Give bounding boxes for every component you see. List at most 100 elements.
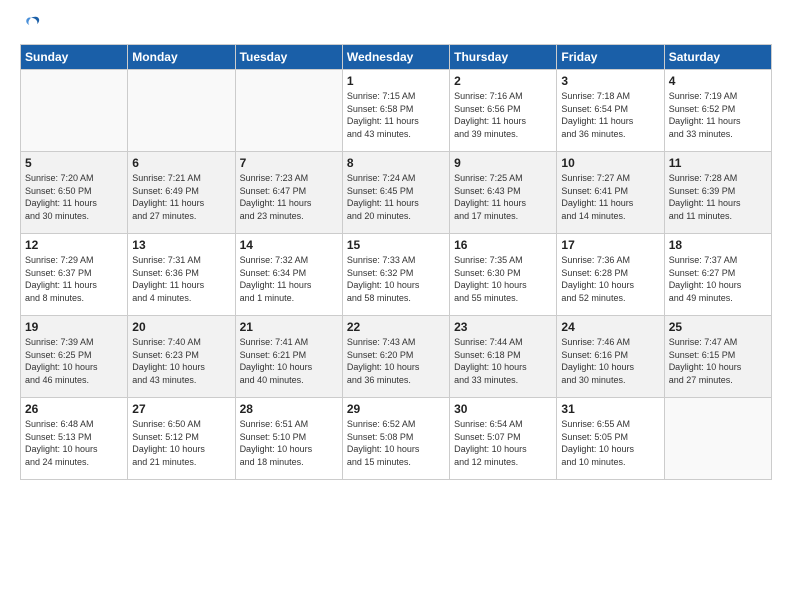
calendar-day-13: 13 Sunrise: 7:31 AM Sunset: 6:36 PM Dayli… [128, 234, 235, 316]
calendar-day-21: 21 Sunrise: 7:41 AM Sunset: 6:21 PM Dayli… [235, 316, 342, 398]
calendar-day-4: 4 Sunrise: 7:19 AM Sunset: 6:52 PM Daylig… [664, 70, 771, 152]
day-info: Sunrise: 7:44 AM Sunset: 6:18 PM Dayligh… [454, 336, 552, 386]
day-number: 13 [132, 238, 230, 252]
day-number: 9 [454, 156, 552, 170]
day-info: Sunrise: 7:27 AM Sunset: 6:41 PM Dayligh… [561, 172, 659, 222]
day-header-tuesday: Tuesday [235, 45, 342, 70]
day-number: 23 [454, 320, 552, 334]
day-number: 6 [132, 156, 230, 170]
day-number: 2 [454, 74, 552, 88]
day-number: 27 [132, 402, 230, 416]
day-number: 12 [25, 238, 123, 252]
day-number: 4 [669, 74, 767, 88]
day-info: Sunrise: 7:47 AM Sunset: 6:15 PM Dayligh… [669, 336, 767, 386]
calendar-empty-cell [21, 70, 128, 152]
day-number: 5 [25, 156, 123, 170]
day-number: 17 [561, 238, 659, 252]
day-number: 1 [347, 74, 445, 88]
day-info: Sunrise: 7:23 AM Sunset: 6:47 PM Dayligh… [240, 172, 338, 222]
day-info: Sunrise: 7:41 AM Sunset: 6:21 PM Dayligh… [240, 336, 338, 386]
day-header-saturday: Saturday [664, 45, 771, 70]
day-info: Sunrise: 7:32 AM Sunset: 6:34 PM Dayligh… [240, 254, 338, 304]
day-number: 29 [347, 402, 445, 416]
day-info: Sunrise: 7:40 AM Sunset: 6:23 PM Dayligh… [132, 336, 230, 386]
calendar-day-6: 6 Sunrise: 7:21 AM Sunset: 6:49 PM Daylig… [128, 152, 235, 234]
calendar-day-2: 2 Sunrise: 7:16 AM Sunset: 6:56 PM Daylig… [450, 70, 557, 152]
calendar-day-23: 23 Sunrise: 7:44 AM Sunset: 6:18 PM Dayli… [450, 316, 557, 398]
calendar-header-row: SundayMondayTuesdayWednesdayThursdayFrid… [21, 45, 772, 70]
calendar-table: SundayMondayTuesdayWednesdayThursdayFrid… [20, 44, 772, 480]
calendar-day-3: 3 Sunrise: 7:18 AM Sunset: 6:54 PM Daylig… [557, 70, 664, 152]
calendar-day-31: 31 Sunrise: 6:55 AM Sunset: 5:05 PM Dayli… [557, 398, 664, 480]
day-number: 8 [347, 156, 445, 170]
calendar-day-18: 18Sunrise: 7:37 AM Sunset: 6:27 PM Dayli… [664, 234, 771, 316]
day-info: Sunrise: 7:28 AM Sunset: 6:39 PM Dayligh… [669, 172, 767, 222]
calendar-day-9: 9Sunrise: 7:25 AM Sunset: 6:43 PM Daylig… [450, 152, 557, 234]
day-number: 14 [240, 238, 338, 252]
calendar-day-8: 8Sunrise: 7:24 AM Sunset: 6:45 PM Daylig… [342, 152, 449, 234]
calendar-day-26: 26 Sunrise: 6:48 AM Sunset: 5:13 PM Dayli… [21, 398, 128, 480]
day-info: Sunrise: 7:46 AM Sunset: 6:16 PM Dayligh… [561, 336, 659, 386]
day-number: 11 [669, 156, 767, 170]
logo [20, 16, 40, 34]
day-number: 16 [454, 238, 552, 252]
day-info: Sunrise: 6:54 AM Sunset: 5:07 PM Dayligh… [454, 418, 552, 468]
calendar-week-row: 1 Sunrise: 7:15 AM Sunset: 6:58 PM Daylig… [21, 70, 772, 152]
day-number: 24 [561, 320, 659, 334]
day-number: 31 [561, 402, 659, 416]
day-info: Sunrise: 7:36 AM Sunset: 6:28 PM Dayligh… [561, 254, 659, 304]
day-number: 7 [240, 156, 338, 170]
calendar-day-25: 25 Sunrise: 7:47 AM Sunset: 6:15 PM Dayli… [664, 316, 771, 398]
day-number: 21 [240, 320, 338, 334]
day-info: Sunrise: 7:31 AM Sunset: 6:36 PM Dayligh… [132, 254, 230, 304]
day-info: Sunrise: 6:51 AM Sunset: 5:10 PM Dayligh… [240, 418, 338, 468]
day-header-wednesday: Wednesday [342, 45, 449, 70]
calendar-week-row: 26 Sunrise: 6:48 AM Sunset: 5:13 PM Dayli… [21, 398, 772, 480]
day-number: 30 [454, 402, 552, 416]
day-number: 15 [347, 238, 445, 252]
day-number: 3 [561, 74, 659, 88]
calendar-day-1: 1 Sunrise: 7:15 AM Sunset: 6:58 PM Daylig… [342, 70, 449, 152]
day-info: Sunrise: 7:37 AM Sunset: 6:27 PM Dayligh… [669, 254, 767, 304]
day-info: Sunrise: 7:39 AM Sunset: 6:25 PM Dayligh… [25, 336, 123, 386]
calendar-day-17: 17 Sunrise: 7:36 AM Sunset: 6:28 PM Dayli… [557, 234, 664, 316]
calendar-day-20: 20 Sunrise: 7:40 AM Sunset: 6:23 PM Dayli… [128, 316, 235, 398]
day-number: 26 [25, 402, 123, 416]
day-header-monday: Monday [128, 45, 235, 70]
day-info: Sunrise: 7:15 AM Sunset: 6:58 PM Dayligh… [347, 90, 445, 140]
day-header-sunday: Sunday [21, 45, 128, 70]
day-info: Sunrise: 7:19 AM Sunset: 6:52 PM Dayligh… [669, 90, 767, 140]
calendar-day-5: 5Sunrise: 7:20 AM Sunset: 6:50 PM Daylig… [21, 152, 128, 234]
calendar-day-19: 19Sunrise: 7:39 AM Sunset: 6:25 PM Dayli… [21, 316, 128, 398]
day-info: Sunrise: 6:52 AM Sunset: 5:08 PM Dayligh… [347, 418, 445, 468]
calendar-empty-cell [664, 398, 771, 480]
day-number: 25 [669, 320, 767, 334]
day-info: Sunrise: 7:16 AM Sunset: 6:56 PM Dayligh… [454, 90, 552, 140]
day-header-thursday: Thursday [450, 45, 557, 70]
calendar-day-12: 12 Sunrise: 7:29 AM Sunset: 6:37 PM Dayli… [21, 234, 128, 316]
calendar-day-7: 7 Sunrise: 7:23 AM Sunset: 6:47 PM Daylig… [235, 152, 342, 234]
day-info: Sunrise: 7:29 AM Sunset: 6:37 PM Dayligh… [25, 254, 123, 304]
calendar-day-30: 30 Sunrise: 6:54 AM Sunset: 5:07 PM Dayli… [450, 398, 557, 480]
day-info: Sunrise: 7:35 AM Sunset: 6:30 PM Dayligh… [454, 254, 552, 304]
logo-bird-icon [22, 16, 40, 34]
day-info: Sunrise: 7:33 AM Sunset: 6:32 PM Dayligh… [347, 254, 445, 304]
calendar-empty-cell [128, 70, 235, 152]
calendar-day-15: 15 Sunrise: 7:33 AM Sunset: 6:32 PM Dayli… [342, 234, 449, 316]
day-info: Sunrise: 7:18 AM Sunset: 6:54 PM Dayligh… [561, 90, 659, 140]
calendar-day-11: 11 Sunrise: 7:28 AM Sunset: 6:39 PM Dayli… [664, 152, 771, 234]
calendar-week-row: 12 Sunrise: 7:29 AM Sunset: 6:37 PM Dayli… [21, 234, 772, 316]
day-header-friday: Friday [557, 45, 664, 70]
calendar-day-22: 22Sunrise: 7:43 AM Sunset: 6:20 PM Dayli… [342, 316, 449, 398]
calendar-day-16: 16 Sunrise: 7:35 AM Sunset: 6:30 PM Dayli… [450, 234, 557, 316]
day-info: Sunrise: 7:21 AM Sunset: 6:49 PM Dayligh… [132, 172, 230, 222]
page-header [20, 16, 772, 34]
day-number: 20 [132, 320, 230, 334]
calendar-day-28: 28Sunrise: 6:51 AM Sunset: 5:10 PM Dayli… [235, 398, 342, 480]
day-info: Sunrise: 6:55 AM Sunset: 5:05 PM Dayligh… [561, 418, 659, 468]
calendar-day-10: 10Sunrise: 7:27 AM Sunset: 6:41 PM Dayli… [557, 152, 664, 234]
day-info: Sunrise: 6:48 AM Sunset: 5:13 PM Dayligh… [25, 418, 123, 468]
calendar-week-row: 19Sunrise: 7:39 AM Sunset: 6:25 PM Dayli… [21, 316, 772, 398]
calendar-day-14: 14 Sunrise: 7:32 AM Sunset: 6:34 PM Dayli… [235, 234, 342, 316]
calendar-day-27: 27Sunrise: 6:50 AM Sunset: 5:12 PM Dayli… [128, 398, 235, 480]
